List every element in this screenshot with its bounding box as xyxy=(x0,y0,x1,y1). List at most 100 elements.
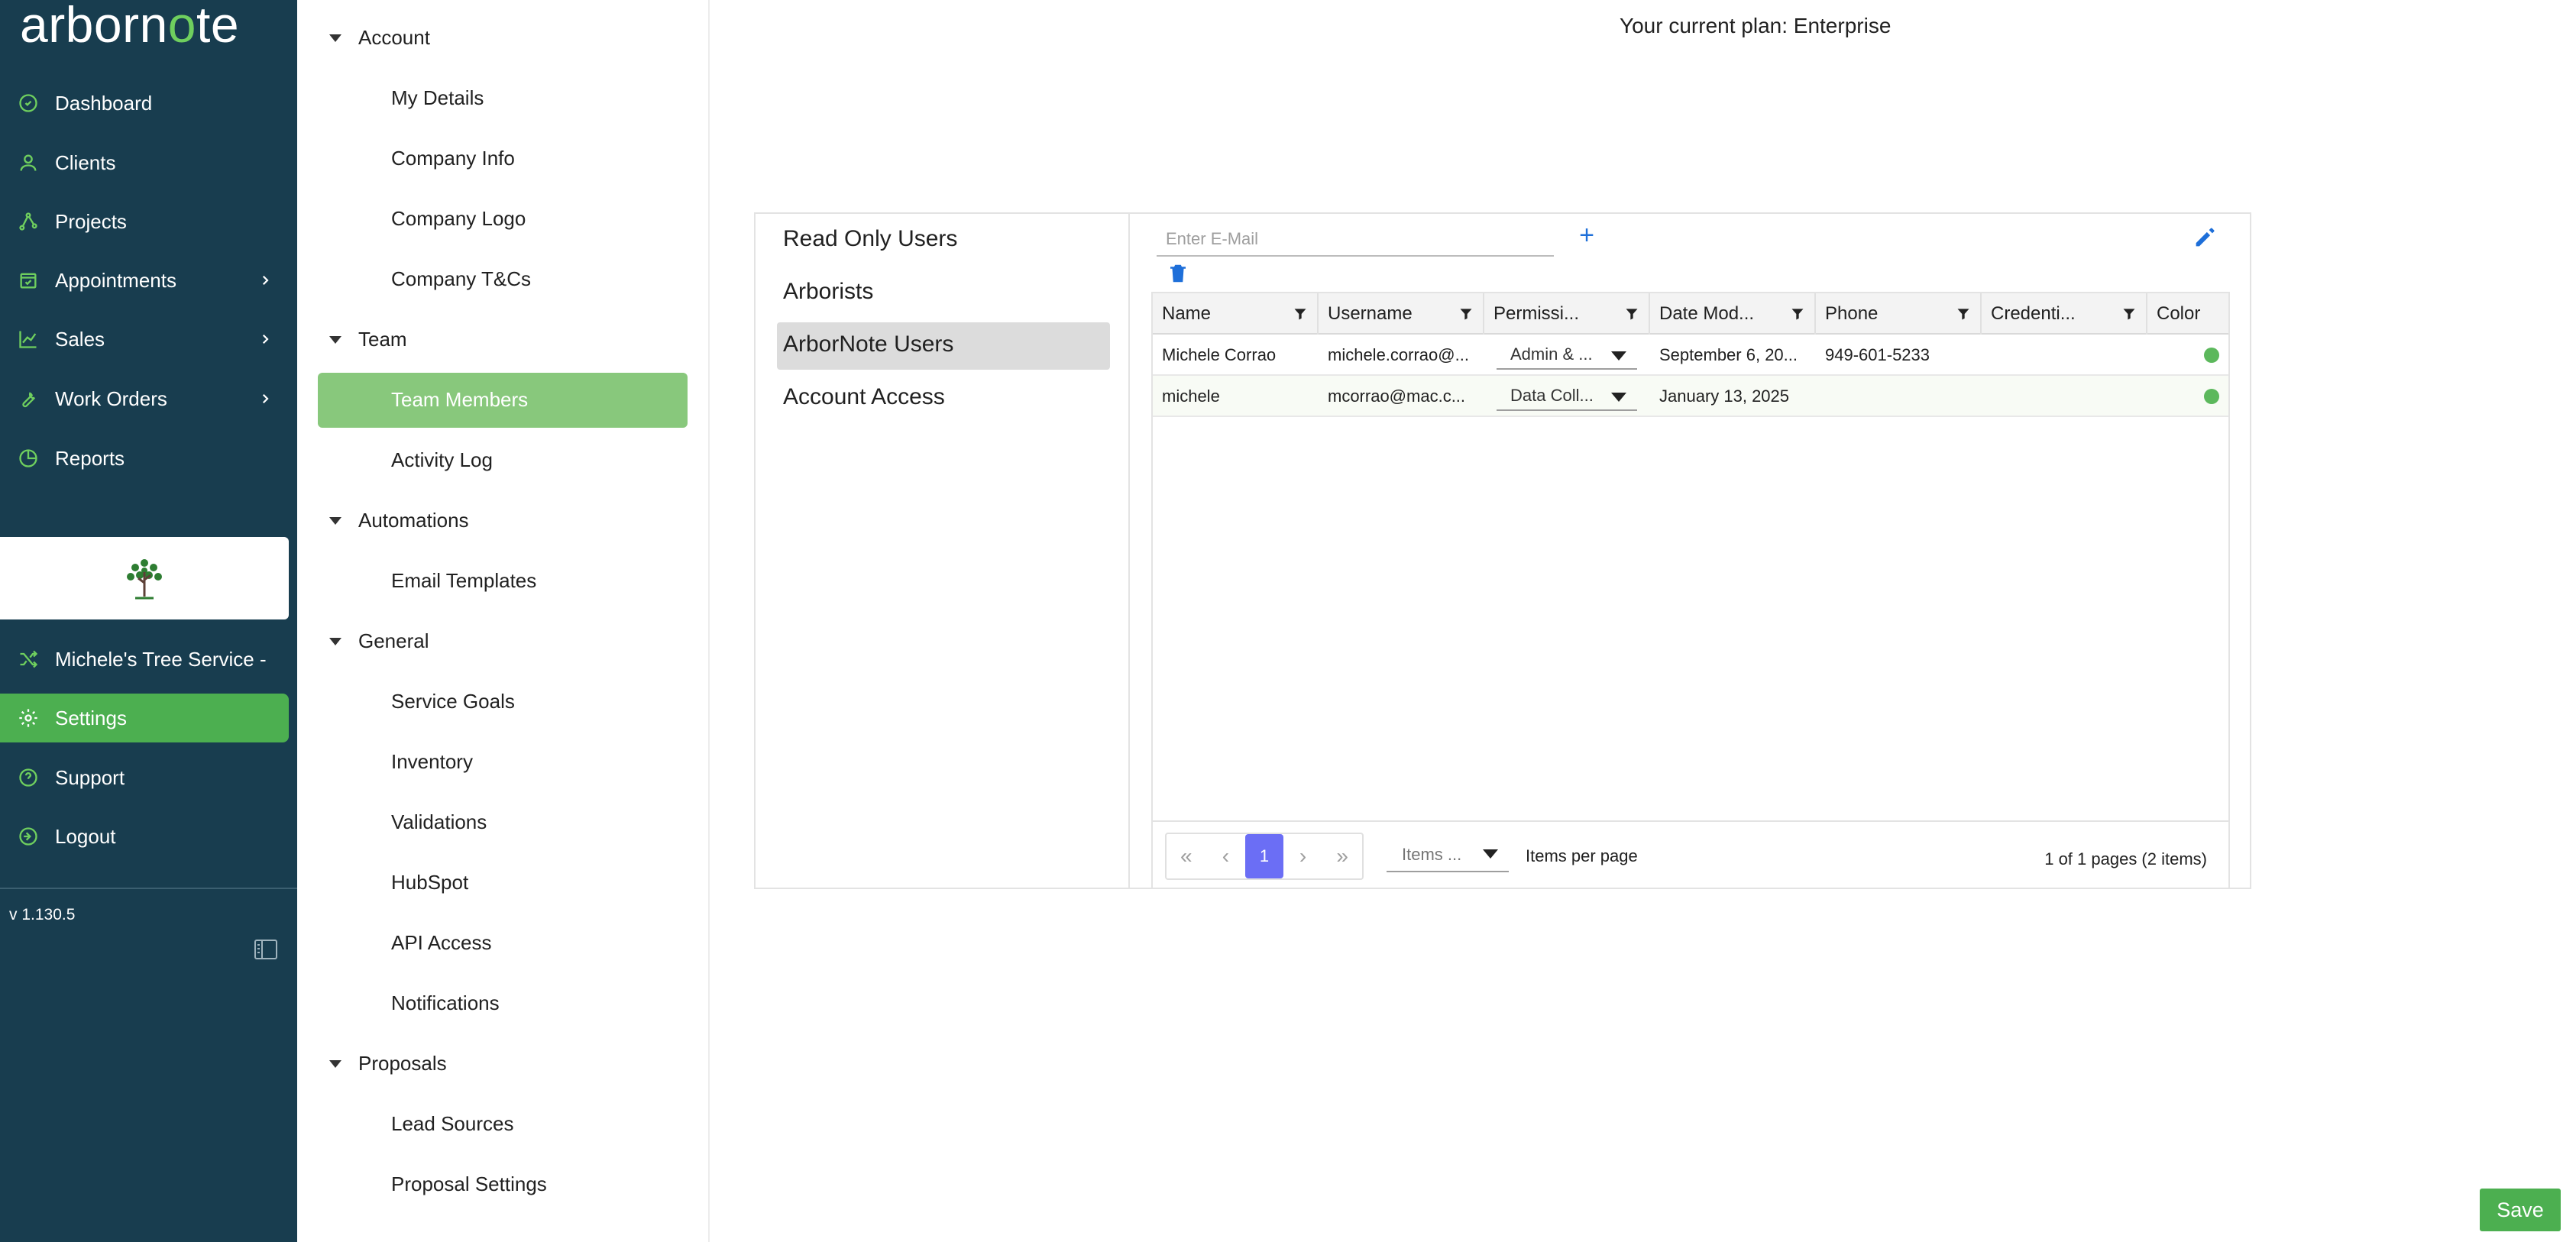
sidebar-item-sales[interactable]: Sales xyxy=(0,315,289,364)
app-version: v 1.130.5 xyxy=(9,906,76,923)
settings-item-inventory[interactable]: Inventory xyxy=(391,750,473,774)
sidebar-item-logout[interactable]: Logout xyxy=(0,812,289,861)
user-type-arborists[interactable]: Arborists xyxy=(783,279,873,305)
settings-group-team[interactable]: Team xyxy=(329,328,407,351)
sidebar-divider xyxy=(0,888,297,889)
filter-icon[interactable] xyxy=(1956,306,1971,322)
sidebar-item-clients[interactable]: Clients xyxy=(0,138,289,187)
settings-item-company-logo[interactable]: Company Logo xyxy=(391,207,526,231)
filter-icon[interactable] xyxy=(1458,306,1474,322)
filter-icon[interactable] xyxy=(1293,306,1308,322)
save-button[interactable]: Save xyxy=(2480,1189,2561,1231)
table-row[interactable]: michele mcorrao@mac.c... Data Coll... Ja… xyxy=(1153,376,2228,417)
column-label: Color xyxy=(2157,303,2201,324)
sidebar-item-label: Sales xyxy=(55,327,105,351)
cell-credentials xyxy=(1982,376,2147,417)
sidebar-collapse-icon[interactable] xyxy=(254,938,278,961)
permission-select[interactable]: Admin & ... xyxy=(1497,341,1637,370)
settings-item-service-goals[interactable]: Service Goals xyxy=(391,690,515,713)
permission-value: Admin & ... xyxy=(1510,344,1593,364)
cell-phone xyxy=(1816,376,1982,417)
user-type-read-only[interactable]: Read Only Users xyxy=(783,226,957,252)
company-switcher[interactable]: Michele's Tree Service - xyxy=(0,635,289,684)
settings-item-validations[interactable]: Validations xyxy=(391,810,487,834)
chevron-right-icon xyxy=(262,393,269,404)
cell-permission: Data Coll... xyxy=(1484,376,1650,417)
permission-select[interactable]: Data Coll... xyxy=(1497,382,1637,411)
chevron-right-icon xyxy=(262,334,269,344)
sidebar-item-reports[interactable]: Reports xyxy=(0,434,289,483)
settings-menu: Account My Details Company Info Company … xyxy=(297,0,710,1242)
sidebar-item-label: Appointments xyxy=(55,268,176,292)
settings-group-account[interactable]: Account xyxy=(329,26,430,50)
next-page-button[interactable]: › xyxy=(1283,834,1323,878)
sidebar-item-settings[interactable]: Settings xyxy=(0,694,289,742)
current-plan: Your current plan: Enterprise xyxy=(1620,14,1892,37)
shuffle-icon xyxy=(17,648,40,671)
user-type-list: Read Only Users Arborists ArborNote User… xyxy=(756,214,1130,888)
company-logo xyxy=(0,537,289,619)
items-per-page-label: Items per page xyxy=(1526,846,1638,865)
cell-date-modified: January 13, 2025 xyxy=(1659,387,1790,406)
column-header-credentials[interactable]: Credenti... xyxy=(1982,293,2147,335)
items-per-page-select[interactable]: Items ... xyxy=(1387,839,1509,872)
column-header-color[interactable]: Color xyxy=(2147,293,2228,335)
sidebar-item-label: Clients xyxy=(55,150,116,174)
last-page-button[interactable]: » xyxy=(1322,834,1362,878)
caret-down-icon xyxy=(329,34,341,42)
cell-name: michele xyxy=(1162,387,1220,406)
settings-group-automations[interactable]: Automations xyxy=(329,509,469,532)
cell-credentials xyxy=(1982,335,2147,376)
user-type-account-access[interactable]: Account Access xyxy=(783,384,945,410)
column-header-permission[interactable]: Permissi... xyxy=(1484,293,1650,335)
column-label: Phone xyxy=(1825,303,1879,324)
sidebar-item-work-orders[interactable]: Work Orders xyxy=(0,374,289,423)
caret-down-icon xyxy=(329,335,341,344)
filter-icon[interactable] xyxy=(2121,306,2137,322)
column-label: Name xyxy=(1162,303,1212,324)
sidebar-item-label: Dashboard xyxy=(55,91,153,115)
settings-item-activity-log[interactable]: Activity Log xyxy=(391,448,493,472)
sidebar-item-dashboard[interactable]: Dashboard xyxy=(0,79,289,128)
page-number-button[interactable]: 1 xyxy=(1245,834,1283,878)
settings-item-api-access[interactable]: API Access xyxy=(391,931,492,955)
filter-icon[interactable] xyxy=(1790,306,1805,322)
settings-item-email-templates[interactable]: Email Templates xyxy=(391,569,536,593)
first-page-button[interactable]: « xyxy=(1167,834,1206,878)
column-header-name[interactable]: Name xyxy=(1153,293,1319,335)
app-logo[interactable]: arbornote xyxy=(20,0,239,53)
settings-item-notifications[interactable]: Notifications xyxy=(391,991,500,1015)
settings-item-company-info[interactable]: Company Info xyxy=(391,147,515,170)
sidebar-item-label: Support xyxy=(55,765,125,789)
settings-group-general[interactable]: General xyxy=(329,629,429,653)
caret-down-icon xyxy=(329,1059,341,1068)
settings-group-proposals[interactable]: Proposals xyxy=(329,1052,447,1075)
filter-icon[interactable] xyxy=(1624,306,1639,322)
table-row[interactable]: Michele Corrao michele.corrao@... Admin … xyxy=(1153,335,2228,376)
settings-item-my-details[interactable]: My Details xyxy=(391,86,484,110)
settings-item-company-tcs[interactable]: Company T&Cs xyxy=(391,267,531,291)
sidebar-item-label: Work Orders xyxy=(55,387,167,410)
settings-item-lead-sources[interactable]: Lead Sources xyxy=(391,1112,513,1136)
column-header-date-modified[interactable]: Date Mod... xyxy=(1650,293,1816,335)
settings-item-hubspot[interactable]: HubSpot xyxy=(391,871,468,894)
column-header-username[interactable]: Username xyxy=(1319,293,1484,335)
users-grid: Name Username Permissi... Date Mod... Ph… xyxy=(1151,292,2230,888)
group-label: Proposals xyxy=(358,1052,447,1075)
group-label: Account xyxy=(358,26,430,49)
grid-header: Name Username Permissi... Date Mod... Ph… xyxy=(1153,293,2228,335)
prev-page-button[interactable]: ‹ xyxy=(1206,834,1246,878)
add-user-button[interactable]: + xyxy=(1574,222,1599,249)
sidebar-item-appointments[interactable]: Appointments xyxy=(0,256,289,305)
column-label: Permissi... xyxy=(1493,303,1580,324)
user-type-arbornote-users[interactable]: ArborNote Users xyxy=(783,332,953,357)
trash-icon[interactable] xyxy=(1167,261,1189,286)
settings-item-team-members-label: Team Members xyxy=(391,388,529,411)
pencil-icon[interactable] xyxy=(2192,225,2218,251)
email-input[interactable] xyxy=(1157,223,1554,257)
projects-icon xyxy=(17,210,40,233)
settings-item-proposal-settings[interactable]: Proposal Settings xyxy=(391,1172,547,1196)
column-header-phone[interactable]: Phone xyxy=(1816,293,1982,335)
sidebar-item-projects[interactable]: Projects xyxy=(0,197,289,246)
sidebar-item-support[interactable]: Support xyxy=(0,753,289,802)
